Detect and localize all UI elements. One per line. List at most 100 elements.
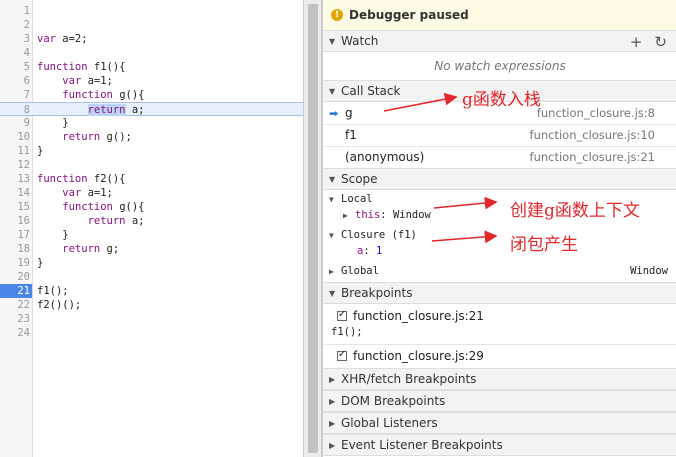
code-line[interactable]: 2: [0, 18, 303, 32]
code-text[interactable]: function f1(){: [37, 60, 126, 74]
frame-location[interactable]: function_closure.js:8: [537, 106, 655, 120]
code-text[interactable]: return a;: [37, 103, 144, 117]
code-line[interactable]: 20: [0, 270, 303, 284]
code-line[interactable]: 7 function g(){: [0, 88, 303, 102]
line-number[interactable]: 6: [0, 74, 30, 88]
event-listener-breakpoints-section-header[interactable]: ▶ Event Listener Breakpoints: [323, 434, 676, 456]
code-line[interactable]: 18 return g;: [0, 242, 303, 256]
line-number[interactable]: 22: [0, 298, 30, 312]
code-text[interactable]: var a=1;: [37, 74, 113, 88]
call-frame-anonymous[interactable]: (anonymous) function_closure.js:21: [323, 146, 676, 168]
line-number[interactable]: 8: [0, 103, 30, 117]
code-line[interactable]: 10 return g();: [0, 130, 303, 144]
line-number[interactable]: 19: [0, 256, 30, 270]
line-number[interactable]: 9: [0, 116, 30, 130]
code-text[interactable]: }: [37, 228, 68, 242]
line-number[interactable]: 4: [0, 46, 30, 60]
line-number[interactable]: 2: [0, 18, 30, 32]
editor-scrollbar[interactable]: [304, 0, 322, 457]
frame-location[interactable]: function_closure.js:10: [530, 128, 655, 142]
line-number[interactable]: 24: [0, 326, 30, 340]
line-number[interactable]: 11: [0, 144, 30, 158]
scope-local-this[interactable]: ▶ this: Window: [343, 206, 431, 224]
code-text[interactable]: f1();: [37, 284, 69, 298]
code-line[interactable]: 19}: [0, 256, 303, 270]
code-text[interactable]: f2()();: [37, 298, 81, 312]
code-line[interactable]: 9 }: [0, 116, 303, 130]
code-line[interactable]: 1: [0, 4, 303, 18]
line-number[interactable]: 3: [0, 32, 30, 46]
code-line[interactable]: 21 f1();: [0, 284, 303, 298]
scope-global[interactable]: ▶ Global: [329, 262, 379, 280]
line-number[interactable]: 13: [0, 172, 30, 186]
line-number[interactable]: 17: [0, 228, 30, 242]
code-line[interactable]: 16 return a;: [0, 214, 303, 228]
line-number[interactable]: 12: [0, 158, 30, 172]
breakpoints-section-header[interactable]: ▼ Breakpoints: [323, 282, 676, 304]
event-listener-breakpoints-title: Event Listener Breakpoints: [341, 438, 503, 452]
frame-name: (anonymous): [345, 150, 425, 164]
code-line[interactable]: 23: [0, 312, 303, 326]
code-line[interactable]: 5 function f1(){: [0, 60, 303, 74]
editor-scrollbar-thumb[interactable]: [308, 4, 318, 453]
expanded-triangle-icon: ▼: [329, 288, 336, 298]
code-text[interactable]: return a;: [37, 214, 145, 228]
this-key: this: [355, 209, 381, 221]
code-text[interactable]: function f2(){: [37, 172, 126, 186]
global-listeners-section-header[interactable]: ▶ Global Listeners: [323, 412, 676, 434]
code-text[interactable]: }: [37, 144, 43, 158]
line-number[interactable]: 21: [0, 284, 32, 298]
breakpoint-checkbox[interactable]: [337, 349, 347, 361]
code-line[interactable]: 11}: [0, 144, 303, 158]
code-line[interactable]: 3 var a=2;: [0, 32, 303, 46]
dom-breakpoints-section-header[interactable]: ▶ DOM Breakpoints: [323, 390, 676, 412]
line-number[interactable]: 10: [0, 130, 30, 144]
code-text[interactable]: function g(){: [37, 200, 144, 214]
code-text[interactable]: }: [37, 256, 43, 270]
collapsed-triangle-icon: ▶: [329, 374, 336, 384]
code-editor[interactable]: 1 2 3 var a=2; 4 5 function f1(){6 var a=1; 7 f…: [0, 0, 304, 457]
code-line[interactable]: 22 f2()();: [0, 298, 303, 312]
code-line[interactable]: 17 }: [0, 228, 303, 242]
breakpoint-location: function_closure.js:21: [353, 309, 484, 323]
line-number[interactable]: 15: [0, 200, 30, 214]
scope-closure-a[interactable]: a: 1: [357, 242, 382, 260]
code-line[interactable]: 6 var a=1;: [0, 74, 303, 88]
code-line[interactable]: 8 return a;: [0, 102, 303, 116]
watch-title: Watch: [341, 34, 379, 48]
code-text[interactable]: }: [37, 116, 68, 130]
breakpoint-item-2[interactable]: function_closure.js:29: [323, 345, 676, 367]
code-text[interactable]: return g;: [37, 242, 119, 256]
breakpoint-item-1[interactable]: function_closure.js:21: [323, 305, 676, 327]
line-number[interactable]: 7: [0, 88, 30, 102]
info-icon: !: [331, 9, 343, 21]
code-text[interactable]: function g(){: [37, 88, 144, 102]
code-line[interactable]: 12: [0, 158, 303, 172]
closure-var-value: 1: [375, 245, 383, 257]
scope-local-label: Local: [341, 193, 373, 205]
breakpoint-checkbox[interactable]: [337, 309, 347, 321]
plus-icon[interactable]: +: [630, 33, 643, 51]
code-line[interactable]: 4: [0, 46, 303, 60]
line-number[interactable]: 16: [0, 214, 30, 228]
refresh-icon[interactable]: ↻: [654, 33, 667, 51]
expanded-triangle-icon: ▼: [329, 195, 334, 204]
code-line[interactable]: 24: [0, 326, 303, 340]
scope-section-header[interactable]: ▼ Scope: [323, 168, 676, 190]
code-line[interactable]: 15 function g(){: [0, 200, 303, 214]
line-number[interactable]: 14: [0, 186, 30, 200]
code-text[interactable]: var a=2;: [37, 32, 88, 46]
line-number[interactable]: 1: [0, 4, 30, 18]
call-frame-f1[interactable]: f1 function_closure.js:10: [323, 124, 676, 146]
code-text[interactable]: return g();: [37, 130, 132, 144]
code-line[interactable]: 13 function f2(){: [0, 172, 303, 186]
code-line[interactable]: 14 var a=1;: [0, 186, 303, 200]
frame-location[interactable]: function_closure.js:21: [530, 150, 655, 164]
line-number[interactable]: 5: [0, 60, 30, 74]
line-number[interactable]: 18: [0, 242, 30, 256]
watch-section-header[interactable]: ▼ Watch + ↻: [323, 30, 676, 52]
code-text[interactable]: var a=1;: [37, 186, 113, 200]
xhr-breakpoints-section-header[interactable]: ▶ XHR/fetch Breakpoints: [323, 368, 676, 390]
line-number[interactable]: 23: [0, 312, 30, 326]
line-number[interactable]: 20: [0, 270, 30, 284]
